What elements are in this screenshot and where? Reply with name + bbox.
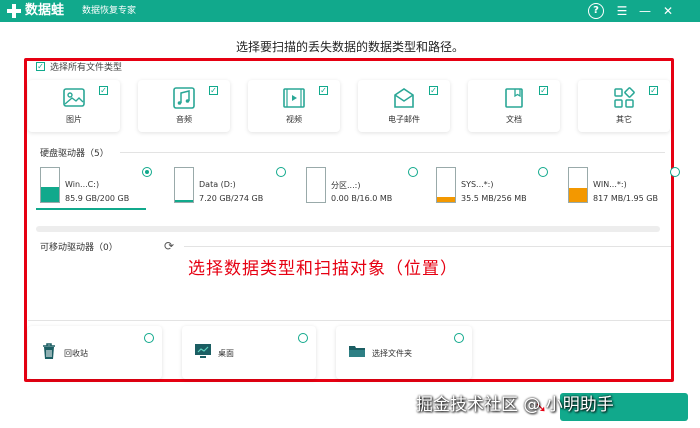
file-type-label: 文档: [506, 115, 522, 124]
app-logo: 数据蛙: [6, 2, 64, 20]
drive-size: 7.20 GB/274 GB: [199, 194, 264, 203]
location-label: 桌面: [218, 349, 234, 358]
drive-scrollbar[interactable]: [36, 226, 660, 232]
file-type-label: 图片: [66, 115, 82, 124]
drive-icon: [174, 167, 194, 203]
removable-drives-label: 可移动驱动器（0）: [40, 243, 118, 253]
section-divider: [28, 320, 671, 321]
title-bar: 数据蛙 数据恢复专家 ? ☰ — ✕: [0, 0, 700, 22]
drive-radio[interactable]: [670, 167, 680, 177]
drive-size: 817 MB/1.95 GB: [593, 194, 658, 203]
file-type-label: 音频: [176, 115, 192, 124]
app-title: 数据蛙: [25, 3, 65, 18]
section-divider: [120, 152, 665, 153]
page-heading: 选择要扫描的丢失数据的数据类型和路径。: [235, 40, 464, 54]
drive-name: 分区...:): [331, 181, 361, 190]
drive-item[interactable]: Win...C:) 85.9 GB/200 GB: [38, 167, 158, 209]
location-label: 回收站: [64, 349, 88, 358]
file-type-checkbox[interactable]: ✓: [539, 86, 548, 95]
drive-size: 85.9 GB/200 GB: [65, 194, 130, 203]
file-type-checkbox[interactable]: ✓: [649, 86, 658, 95]
file-type-label: 视频: [286, 115, 302, 124]
file-type-video[interactable]: ✓ 视频: [248, 80, 340, 132]
file-type-label: 其它: [616, 115, 632, 124]
drive-usage-fill: [569, 187, 587, 202]
drive-name: Data (D:): [199, 180, 236, 189]
close-icon[interactable]: ✕: [660, 3, 676, 19]
logo-icon: [6, 3, 22, 19]
help-icon[interactable]: ?: [588, 3, 604, 19]
location-radio[interactable]: [298, 333, 308, 343]
app-subtitle: 数据恢复专家: [82, 6, 137, 16]
file-type-email[interactable]: ✓ 电子邮件: [358, 80, 450, 132]
music-icon: [173, 87, 195, 109]
image-icon: [63, 88, 85, 107]
file-type-label: 电子邮件: [388, 115, 420, 124]
select-all-checkbox[interactable]: ✓ 选择所有文件类型: [36, 60, 122, 73]
drive-size: 35.5 MB/256 MB: [461, 194, 527, 203]
file-type-checkbox[interactable]: ✓: [209, 86, 218, 95]
drive-item[interactable]: SYS...*:) 35.5 MB/256 MB: [434, 167, 554, 209]
file-type-checkbox[interactable]: ✓: [429, 86, 438, 95]
refresh-icon[interactable]: ⟳: [164, 239, 174, 253]
minimize-icon[interactable]: —: [637, 3, 653, 19]
drive-usage-fill: [41, 187, 59, 202]
file-type-audio[interactable]: ✓ 音频: [138, 80, 230, 132]
drive-item[interactable]: 分区...:) 0.00 B/16.0 MB: [304, 167, 424, 209]
location-radio[interactable]: [454, 333, 464, 343]
selected-drive-indicator: [36, 208, 146, 210]
menu-icon[interactable]: ☰: [614, 3, 630, 19]
location-radio[interactable]: [144, 333, 154, 343]
drive-name: WIN...*:): [593, 180, 627, 189]
section-divider: [184, 246, 671, 247]
drive-radio[interactable]: [408, 167, 418, 177]
drive-radio[interactable]: [276, 167, 286, 177]
drive-icon: [568, 167, 588, 203]
location-choose-folder[interactable]: 选择文件夹: [336, 326, 472, 379]
drive-usage-fill: [175, 199, 193, 202]
location-recycle-bin[interactable]: 回收站: [28, 326, 162, 379]
location-desktop[interactable]: 桌面: [182, 326, 316, 379]
location-label: 选择文件夹: [372, 349, 412, 358]
file-type-checkbox[interactable]: ✓: [99, 86, 108, 95]
document-icon: [505, 88, 523, 108]
other-icon: [614, 87, 635, 108]
watermark-text: 掘金技术社区 @ 小明助手: [416, 395, 614, 415]
file-type-document[interactable]: ✓ 文档: [468, 80, 560, 132]
file-type-other[interactable]: ✓ 其它: [578, 80, 670, 132]
file-type-checkbox[interactable]: ✓: [319, 86, 328, 95]
drive-item[interactable]: WIN...*:) 817 MB/1.95 GB: [566, 167, 686, 209]
trash-icon: [43, 343, 55, 359]
drive-icon: [436, 167, 456, 203]
drive-icon: [306, 167, 326, 203]
drive-radio[interactable]: [538, 167, 548, 177]
select-all-label: 选择所有文件类型: [50, 63, 123, 73]
drive-name: Win...C:): [65, 180, 100, 189]
drive-radio[interactable]: [142, 167, 152, 177]
video-icon: [283, 88, 305, 108]
drive-icon: [40, 167, 60, 203]
file-type-image[interactable]: ✓ 图片: [28, 80, 120, 132]
hard-drives-label: 硬盘驱动器（5）: [40, 149, 109, 159]
email-icon: [394, 88, 414, 108]
annotation-text: 选择数据类型和扫描对象（位置）: [188, 259, 458, 279]
desktop-icon: [195, 344, 211, 358]
drive-size: 0.00 B/16.0 MB: [331, 194, 393, 203]
drive-usage-fill: [437, 197, 455, 202]
drive-name: SYS...*:): [461, 180, 494, 189]
folder-icon: [349, 346, 365, 357]
checkbox[interactable]: ✓: [36, 62, 45, 71]
drive-item[interactable]: Data (D:) 7.20 GB/274 GB: [172, 167, 292, 209]
